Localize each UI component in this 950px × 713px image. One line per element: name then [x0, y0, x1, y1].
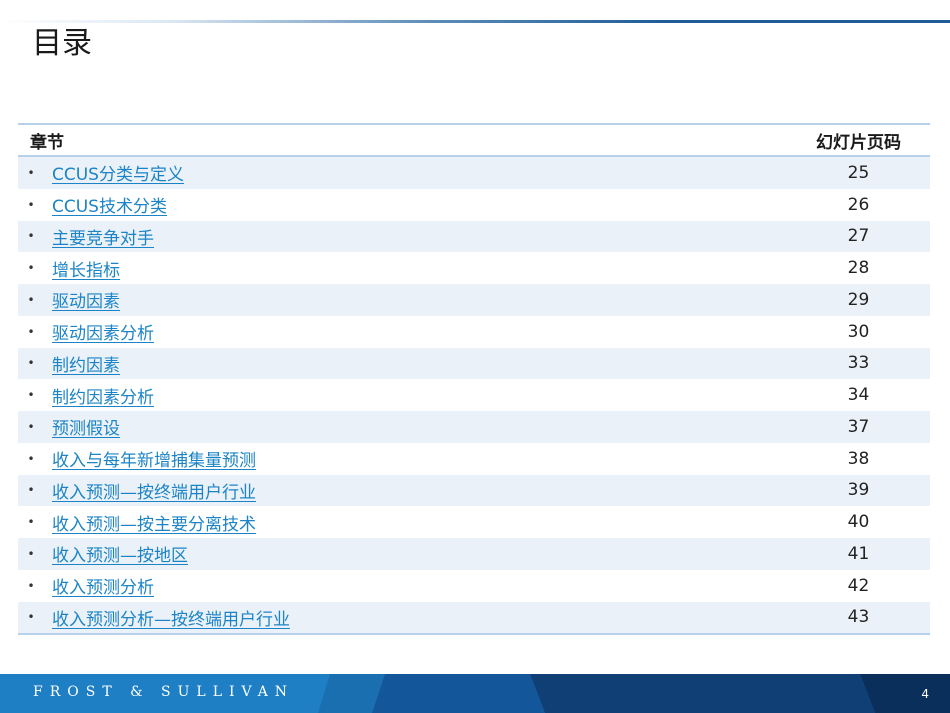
slide-title: 目录 [32, 26, 92, 61]
bullet-icon: • [27, 229, 35, 244]
chapter-link[interactable]: 收入预测—按终端用户行业 [52, 478, 256, 503]
bullet-icon: • [27, 578, 35, 593]
chapter-link[interactable]: 驱动因素 [52, 287, 120, 312]
bullet-icon: • [27, 292, 35, 307]
chapter-link[interactable]: 制约因素分析 [52, 383, 154, 408]
chapter-link[interactable]: 预测假设 [52, 414, 120, 439]
page-column-header: 幻灯片页码 [816, 132, 901, 153]
bullet-icon: • [27, 610, 35, 625]
chapter-link[interactable]: 收入预测分析—按终端用户行业 [52, 605, 290, 630]
chapter-column-header: 章节 [30, 132, 64, 153]
table-row: • 制约因素 33 [18, 347, 930, 380]
bullet-icon: • [27, 324, 35, 339]
page-number: 28 [847, 258, 870, 279]
table-header: 章节 幻灯片页码 [18, 125, 930, 157]
table-row: • 制约因素分析 34 [18, 379, 930, 411]
table-row: • 收入预测—按主要分离技术 40 [18, 506, 930, 538]
page-number: 42 [847, 575, 870, 596]
page-number: 37 [847, 416, 870, 437]
bullet-icon: • [27, 356, 35, 371]
bullet-icon: • [27, 197, 35, 212]
table-row: • 驱动因素 29 [18, 284, 930, 316]
table-row: • 主要竞争对手 27 [18, 220, 930, 253]
page-number: 41 [847, 543, 870, 564]
footer-brand-logo: FROST & SULLIVAN [33, 684, 295, 700]
chapter-link[interactable]: 收入与每年新增捕集量预测 [52, 446, 256, 471]
table-row: • 收入预测—按地区 41 [18, 538, 930, 570]
table-row: • 收入预测—按终端用户行业 39 [18, 474, 930, 507]
bullet-icon: • [27, 388, 35, 403]
chapter-link[interactable]: 收入预测—按地区 [52, 541, 188, 566]
page-number: 38 [847, 448, 870, 469]
page-number: 30 [847, 321, 870, 342]
bullet-icon: • [27, 451, 35, 466]
chapter-link[interactable]: 制约因素 [52, 351, 120, 376]
footer-bar: FROST & SULLIVAN 4 [0, 674, 950, 713]
chapter-link[interactable]: 驱动因素分析 [52, 319, 154, 344]
table-row: • CCUS技术分类 26 [18, 189, 930, 221]
page-number: 27 [847, 226, 870, 247]
bullet-icon: • [27, 419, 35, 434]
page-number: 40 [847, 512, 870, 533]
table-row: • 收入预测分析—按终端用户行业 43 [18, 601, 930, 634]
table-row: • 收入预测分析 42 [18, 570, 930, 602]
chapter-link[interactable]: 收入预测—按主要分离技术 [52, 510, 256, 535]
table-row: • 增长指标 28 [18, 252, 930, 284]
page-number: 26 [847, 194, 870, 215]
bullet-icon: • [27, 515, 35, 530]
chapter-link[interactable]: CCUS技术分类 [52, 192, 167, 217]
table-row: • 驱动因素分析 30 [18, 316, 930, 348]
page-number: 43 [847, 607, 870, 628]
slide-page-number: 4 [921, 687, 929, 701]
bullet-icon: • [27, 483, 35, 498]
table-of-contents: 章节 幻灯片页码 • CCUS分类与定义 25 • CCUS技术分类 26 • … [18, 123, 930, 636]
page-number: 33 [847, 353, 870, 374]
bullet-icon: • [27, 165, 35, 180]
page-number: 29 [847, 289, 870, 310]
table-row: • 收入与每年新增捕集量预测 38 [18, 443, 930, 475]
chapter-link[interactable]: 收入预测分析 [52, 573, 154, 598]
bullet-icon: • [27, 261, 35, 276]
chapter-link[interactable]: 主要竞争对手 [52, 224, 154, 249]
chapter-link[interactable]: 增长指标 [52, 256, 120, 281]
table-row: • CCUS分类与定义 25 [18, 157, 930, 189]
bullet-icon: • [27, 546, 35, 561]
chapter-link[interactable]: CCUS分类与定义 [52, 160, 184, 185]
top-accent-rule [0, 20, 950, 23]
page-number: 25 [847, 162, 870, 183]
page-number: 34 [847, 385, 870, 406]
table-row: • 预测假设 37 [18, 411, 930, 443]
page-number: 39 [847, 480, 870, 501]
